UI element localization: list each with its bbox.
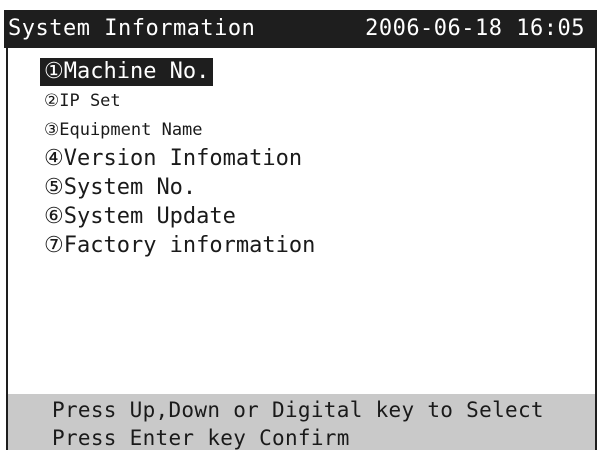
status-hint-confirm: Press Enter key Confirm — [52, 426, 350, 450]
status-hint-select: Press Up,Down or Digital key to Select — [52, 398, 544, 422]
frame-right-border — [595, 48, 597, 450]
menu-item-equipment-name[interactable]: ③Equipment Name — [40, 116, 207, 144]
date-time-display: 2006-06-18 16:05 — [365, 16, 585, 41]
status-bar: Press Up,Down or Digital key to Select P… — [8, 394, 595, 450]
menu-item-factory-information[interactable]: ⑦Factory information — [40, 232, 319, 260]
screen-title: System Information — [8, 16, 256, 41]
title-bar: System Information 2006-06-18 16:05 — [4, 10, 597, 48]
menu-item-system-update[interactable]: ⑥System Update — [40, 203, 240, 231]
menu-item-system-no[interactable]: ⑤System No. — [40, 174, 200, 202]
menu-item-version-information[interactable]: ④Version Infomation — [40, 145, 306, 173]
frame-left-border — [6, 48, 8, 450]
menu-item-ip-set[interactable]: ②IP Set — [40, 87, 125, 115]
menu-item-machine-no[interactable]: ①Machine No. — [40, 58, 214, 86]
system-information-screen: System Information 2006-06-18 16:05 ①Mac… — [0, 0, 603, 450]
